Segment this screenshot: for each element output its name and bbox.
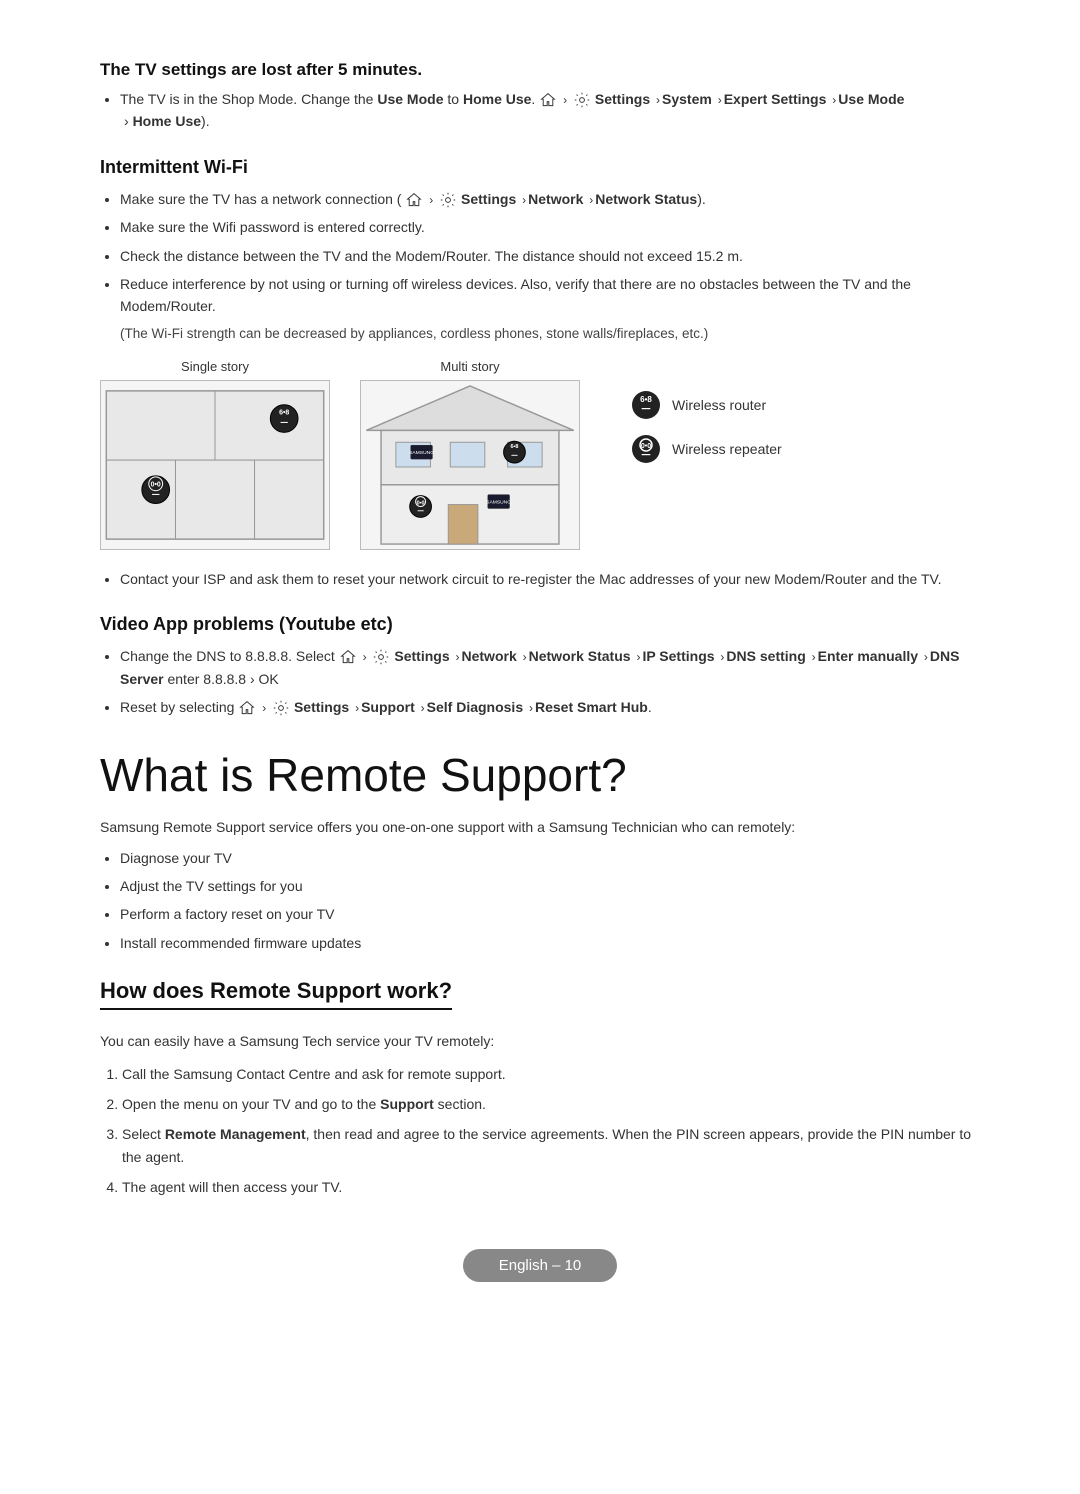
wifi-bullet5: Contact your ISP and ask them to reset y… bbox=[120, 568, 980, 590]
wifi-bullet4: Reduce interference by not using or turn… bbox=[120, 273, 980, 318]
diagrams: Single story 6•8 ━━ bbox=[100, 359, 980, 550]
svg-text:6•8: 6•8 bbox=[279, 409, 289, 416]
multi-story-diagram: Multi story bbox=[360, 359, 580, 550]
support-label: Support bbox=[380, 1096, 434, 1112]
gear-icon3 bbox=[373, 649, 389, 665]
how-remote-step3: Select Remote Management, then read and … bbox=[122, 1123, 980, 1168]
legend: 6•8 ━━ Wireless router 0•0 ━━ Wireless r… bbox=[630, 389, 782, 465]
home-icon bbox=[540, 92, 556, 108]
home-icon2 bbox=[406, 192, 422, 208]
how-remote-title: How does Remote Support work? bbox=[100, 978, 452, 1010]
remote-bullet-1: Diagnose your TV bbox=[120, 847, 980, 869]
how-remote-step1: Call the Samsung Contact Centre and ask … bbox=[122, 1063, 980, 1085]
tv-settings-title: The TV settings are lost after 5 minutes… bbox=[100, 60, 980, 80]
single-story-diagram: Single story 6•8 ━━ bbox=[100, 359, 330, 550]
remote-bullet-2: Adjust the TV settings for you bbox=[120, 875, 980, 897]
svg-text:SAMSUNG: SAMSUNG bbox=[486, 499, 511, 505]
svg-text:0•0: 0•0 bbox=[151, 481, 161, 488]
video-bullet2: Reset by selecting › Settings ›Support ›… bbox=[120, 696, 980, 718]
video-app-title: Video App problems (Youtube etc) bbox=[100, 614, 980, 635]
how-remote-section: How does Remote Support work? You can ea… bbox=[100, 978, 980, 1198]
wifi-bullet1: Make sure the TV has a network connectio… bbox=[120, 188, 980, 210]
gear-icon bbox=[574, 92, 590, 108]
tv-settings-bullet: The TV is in the Shop Mode. Change the U… bbox=[120, 88, 980, 133]
svg-text:━━: ━━ bbox=[280, 420, 289, 426]
multi-story-plan: SAMSUNG SAMSUNG 6•8 ━━ 0•0 ━━ bbox=[360, 380, 580, 550]
legend-repeater-label: Wireless repeater bbox=[672, 441, 782, 457]
remote-support-desc: Samsung Remote Support service offers yo… bbox=[100, 816, 980, 838]
wifi-title: Intermittent Wi-Fi bbox=[100, 157, 980, 178]
legend-router: 6•8 ━━ Wireless router bbox=[630, 389, 782, 421]
wifi-bullet3: Check the distance between the TV and th… bbox=[120, 245, 980, 267]
single-story-plan: 6•8 ━━ 0•0 ━━ bbox=[100, 380, 330, 550]
svg-text:━━: ━━ bbox=[510, 454, 518, 459]
wifi-section: Intermittent Wi-Fi Make sure the TV has … bbox=[100, 157, 980, 590]
svg-text:6•8: 6•8 bbox=[640, 395, 652, 404]
svg-text:0•0: 0•0 bbox=[641, 443, 651, 450]
video-app-section: Video App problems (Youtube etc) Change … bbox=[100, 614, 980, 718]
how-remote-step4: The agent will then access your TV. bbox=[122, 1176, 980, 1198]
home-icon3 bbox=[340, 649, 356, 665]
legend-repeater: 0•0 ━━ Wireless repeater bbox=[630, 433, 782, 465]
router-icon: 6•8 ━━ bbox=[630, 389, 662, 421]
remote-support-list: Diagnose your TV Adjust the TV settings … bbox=[100, 847, 980, 955]
multi-story-label: Multi story bbox=[440, 359, 499, 374]
how-remote-desc: You can easily have a Samsung Tech servi… bbox=[100, 1030, 980, 1052]
svg-text:━━: ━━ bbox=[641, 406, 651, 413]
single-story-label: Single story bbox=[181, 359, 249, 374]
gear-icon2 bbox=[440, 192, 456, 208]
svg-text:━━: ━━ bbox=[417, 509, 425, 514]
wifi-note: (The Wi-Fi strength can be decreased by … bbox=[120, 326, 980, 341]
svg-text:6•8: 6•8 bbox=[511, 444, 519, 450]
video-bullet1: Change the DNS to 8.8.8.8. Select › Sett… bbox=[120, 645, 980, 690]
wifi-bullet2: Make sure the Wifi password is entered c… bbox=[120, 216, 980, 238]
home-icon4 bbox=[239, 700, 255, 716]
repeater-icon: 0•0 ━━ bbox=[630, 433, 662, 465]
gear-icon4 bbox=[273, 700, 289, 716]
legend-router-label: Wireless router bbox=[672, 397, 766, 413]
svg-text:━━: ━━ bbox=[641, 452, 651, 459]
tv-settings-section: The TV settings are lost after 5 minutes… bbox=[100, 60, 980, 133]
svg-text:━━: ━━ bbox=[151, 492, 160, 498]
remote-management-label: Remote Management bbox=[165, 1126, 306, 1142]
svg-text:SAMSUNG: SAMSUNG bbox=[409, 450, 434, 456]
how-remote-step2: Open the menu on your TV and go to the S… bbox=[122, 1093, 980, 1115]
remote-support-title: What is Remote Support? bbox=[100, 748, 980, 802]
how-remote-steps: Call the Samsung Contact Centre and ask … bbox=[100, 1063, 980, 1199]
footer: English – 10 bbox=[100, 1249, 980, 1282]
footer-label: English – 10 bbox=[463, 1249, 618, 1282]
remote-support-section: What is Remote Support? Samsung Remote S… bbox=[100, 748, 980, 954]
remote-bullet-3: Perform a factory reset on your TV bbox=[120, 903, 980, 925]
svg-text:0•0: 0•0 bbox=[417, 500, 425, 506]
remote-bullet-4: Install recommended firmware updates bbox=[120, 932, 980, 954]
